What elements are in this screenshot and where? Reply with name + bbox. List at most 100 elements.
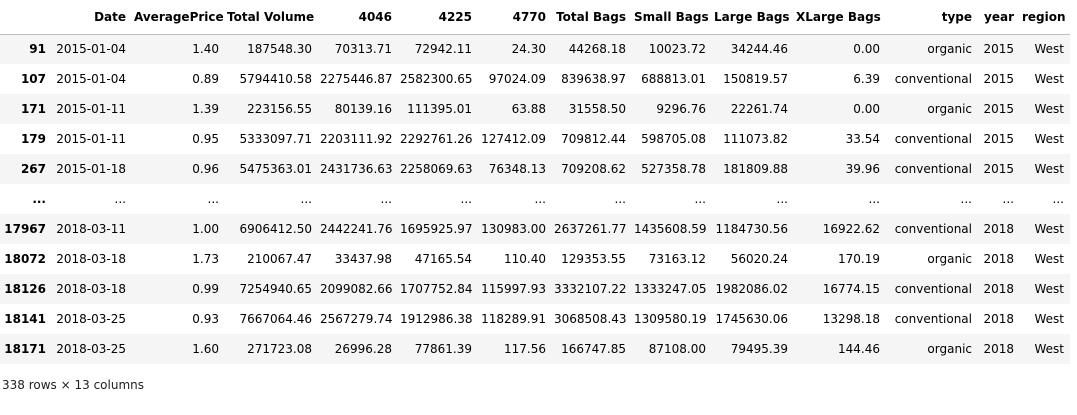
table-cell: 0.00 xyxy=(853,42,880,57)
table-cell: 1912986.38 xyxy=(400,312,473,326)
table-cell: 13298.18 xyxy=(822,312,880,326)
table-cell: ... xyxy=(1052,192,1064,206)
table-cell: 2275446.87 xyxy=(320,72,393,86)
table-row: 171 2015-01-11 1.39 223156.55 80139.16 111395… xyxy=(0,94,1070,124)
table-cell: West xyxy=(1034,312,1064,326)
table-cell: 79495.39 xyxy=(730,342,788,356)
table-cell: West xyxy=(1034,252,1064,266)
table-cell: 1982086.02 xyxy=(715,282,788,296)
table-cell: 2018 xyxy=(983,342,1014,356)
table-cell: 97024.09 xyxy=(488,72,546,86)
table-cell: 5475363.01 xyxy=(239,162,312,176)
table-cell: 1.60 xyxy=(192,342,219,356)
table-cell: 2018 xyxy=(983,282,1014,296)
table-cell: 2015-01-18 xyxy=(56,162,126,176)
table-cell: 5794410.58 xyxy=(239,72,312,86)
table-cell: 527358.78 xyxy=(641,162,706,176)
table-cell: 73163.12 xyxy=(648,252,706,266)
table-cell: conventional xyxy=(894,222,972,236)
table-cell: 3332107.22 xyxy=(554,282,627,296)
table-cell: 6.39 xyxy=(853,72,880,86)
table-cell: 77861.39 xyxy=(414,342,472,356)
table-cell: 0.95 xyxy=(192,132,219,146)
table-cell: 22261.74 xyxy=(730,102,788,116)
column-header: AveragePrice xyxy=(132,0,225,35)
table-cell: organic xyxy=(927,102,972,116)
table-cell: ... xyxy=(776,192,788,206)
column-header: 4225 xyxy=(398,0,478,35)
table-cell: 2015 xyxy=(983,42,1014,57)
table-cell: 2015 xyxy=(983,162,1014,176)
table-cell: 1.73 xyxy=(192,252,219,266)
table-cell: 111395.01 xyxy=(407,102,472,116)
column-header: XLarge Bags xyxy=(794,0,886,35)
table-cell: 72942.11 xyxy=(414,42,472,57)
table-cell: ... xyxy=(207,192,219,206)
table-cell: 2015-01-11 xyxy=(56,132,126,146)
table-cell: 47165.54 xyxy=(414,252,472,266)
table-cell: 2015-01-04 xyxy=(56,42,126,57)
table-cell: 709208.62 xyxy=(561,162,626,176)
table-body: 91 2015-01-04 1.40 187548.30 70313.71 72942.1… xyxy=(0,34,1070,364)
table-row: ........................................… xyxy=(0,184,1070,214)
column-header: 4046 xyxy=(318,0,398,35)
table-cell: 3068508.43 xyxy=(554,312,627,326)
table-row: 17967 2018-03-11 1.00 6906412.50 2442241.76 1… xyxy=(0,214,1070,244)
table-cell: 10023.72 xyxy=(648,42,706,57)
table-cell: 1333247.05 xyxy=(634,282,707,296)
table-cell: 0.00 xyxy=(853,102,880,116)
table-cell: organic xyxy=(927,252,972,266)
table-cell: West xyxy=(1034,72,1064,86)
table-row: 18126 2018-03-18 0.99 7254940.65 2099082.66 1… xyxy=(0,274,1070,304)
column-header: year xyxy=(978,0,1020,35)
table-cell: 111073.82 xyxy=(723,132,788,146)
table-cell: 0.93 xyxy=(192,312,219,326)
table-cell: ... xyxy=(614,192,626,206)
column-header: region xyxy=(1020,0,1070,35)
table-cell: 709812.44 xyxy=(561,132,626,146)
table-cell: 80139.16 xyxy=(334,102,392,116)
table-cell: 598705.08 xyxy=(641,132,706,146)
table-cell: 2018 xyxy=(983,222,1014,236)
table-cell: 129353.55 xyxy=(561,252,626,266)
table-cell: 2015 xyxy=(983,132,1014,146)
table-cell: 130983.00 xyxy=(481,222,546,236)
table-cell: 2015 xyxy=(983,72,1014,86)
row-index: 18072 xyxy=(4,252,46,266)
table-cell: 70313.71 xyxy=(334,42,392,57)
table-cell: ... xyxy=(460,192,472,206)
table-cell: organic xyxy=(927,342,972,356)
table-cell: ... xyxy=(534,192,546,206)
row-index: 18171 xyxy=(4,342,46,356)
table-cell: ... xyxy=(380,192,392,206)
table-cell: West xyxy=(1034,282,1064,296)
table-cell: West xyxy=(1034,102,1064,116)
table-cell: 6906412.50 xyxy=(239,222,312,236)
table-cell: West xyxy=(1034,342,1064,356)
table-cell: ... xyxy=(960,192,972,206)
column-header: 4770 xyxy=(478,0,552,35)
table-cell: 7667064.46 xyxy=(239,312,312,326)
table-cell: ... xyxy=(868,192,880,206)
row-index: 18126 xyxy=(4,282,46,296)
table-cell: 5333097.71 xyxy=(239,132,312,146)
table-cell: 87108.00 xyxy=(648,342,706,356)
table-cell: ... xyxy=(1002,192,1014,206)
table-row: 179 2015-01-11 0.95 5333097.71 2203111.92 229… xyxy=(0,124,1070,154)
table-cell: 0.89 xyxy=(192,72,219,86)
table-cell: 187548.30 xyxy=(247,42,312,57)
table-cell: 144.46 xyxy=(838,342,880,356)
table-cell: 1.39 xyxy=(192,102,219,116)
table-cell: 31558.50 xyxy=(568,102,626,116)
table-cell: 26996.28 xyxy=(334,342,392,356)
table-cell: 2567279.74 xyxy=(320,312,393,326)
table-cell: 118289.91 xyxy=(481,312,546,326)
table-cell: 2015 xyxy=(983,102,1014,116)
table-row: 91 2015-01-04 1.40 187548.30 70313.71 72942.1… xyxy=(0,34,1070,64)
table-cell: 223156.55 xyxy=(247,102,312,116)
table-cell: 76348.13 xyxy=(488,162,546,176)
table-cell: 166747.85 xyxy=(561,342,626,356)
table-cell: West xyxy=(1034,42,1064,57)
table-cell: organic xyxy=(927,42,972,57)
column-header: Date xyxy=(52,0,132,35)
